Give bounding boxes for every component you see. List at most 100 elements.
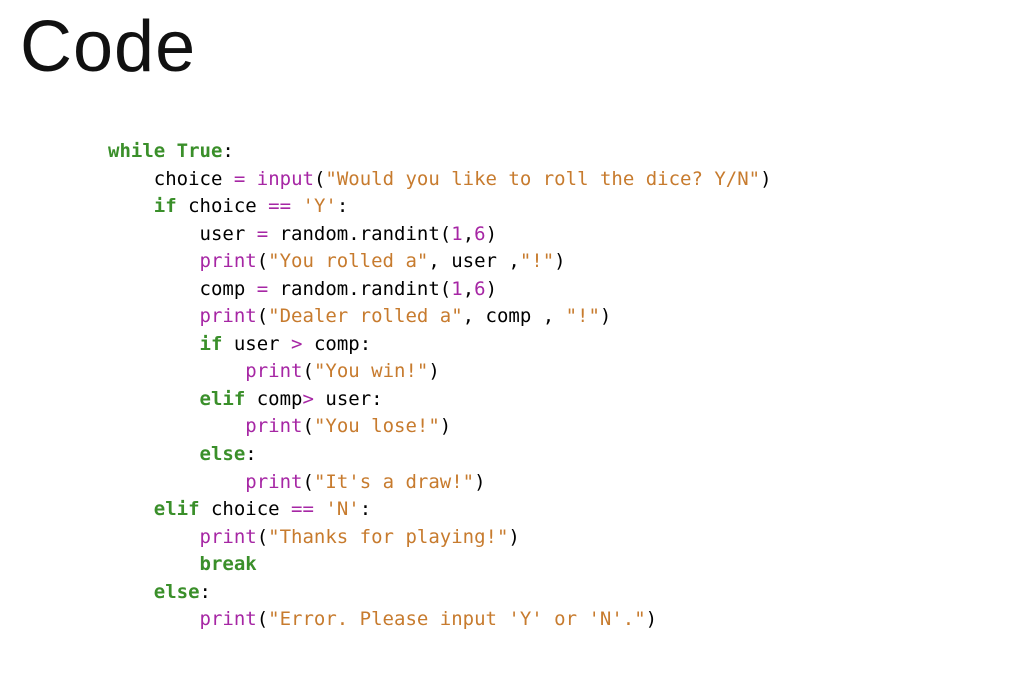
code-token: (	[440, 278, 451, 300]
code-token: elif	[200, 388, 246, 410]
code-line: choice = input("Would you like to roll t…	[108, 166, 772, 194]
code-token: randint	[360, 278, 440, 300]
code-token: (	[302, 471, 313, 493]
code-token: , user ,	[428, 250, 520, 272]
code-line: print("You lose!")	[108, 413, 772, 441]
code-token	[314, 498, 325, 520]
code-token: )	[600, 305, 611, 327]
code-token: =	[234, 168, 245, 190]
code-token: 6	[474, 278, 485, 300]
code-token: print	[245, 471, 302, 493]
code-token: 1	[451, 223, 462, 245]
code-token: )	[554, 250, 565, 272]
code-token: )	[474, 471, 485, 493]
code-line: elif comp> user:	[108, 386, 772, 414]
code-token: (	[257, 526, 268, 548]
code-token: user	[314, 388, 371, 410]
code-token: =	[257, 223, 268, 245]
code-token: >	[291, 333, 302, 355]
code-token: "!"	[566, 305, 600, 327]
code-token: print	[200, 305, 257, 327]
code-line: user = random.randint(1,6)	[108, 221, 772, 249]
code-token: (	[440, 223, 451, 245]
code-token: :	[222, 140, 233, 162]
code-token: 'Y'	[303, 195, 337, 217]
code-token: choice	[177, 195, 269, 217]
code-token: print	[200, 608, 257, 630]
code-token: True	[177, 140, 223, 162]
code-token: ==	[291, 498, 314, 520]
code-token: comp	[303, 333, 360, 355]
code-token: else	[200, 443, 246, 465]
code-token: .	[348, 223, 359, 245]
code-token: user	[200, 223, 257, 245]
code-token: print	[200, 250, 257, 272]
code-token: random	[268, 223, 348, 245]
code-token: )	[760, 168, 771, 190]
code-token: "It's a draw!"	[314, 471, 474, 493]
code-token: , comp ,	[463, 305, 566, 327]
code-line: if choice == 'Y':	[108, 193, 772, 221]
code-token: =	[257, 278, 268, 300]
code-line: print("Dealer rolled a", comp , "!")	[108, 303, 772, 331]
code-token: ,	[463, 223, 474, 245]
code-token: "Dealer rolled a"	[268, 305, 462, 327]
code-token: )	[486, 278, 497, 300]
code-token: 1	[451, 278, 462, 300]
code-token: )	[440, 415, 451, 437]
code-token	[291, 195, 302, 217]
code-token: ,	[463, 278, 474, 300]
code-token: random	[268, 278, 348, 300]
code-token: (	[257, 250, 268, 272]
code-token: user	[222, 333, 291, 355]
code-token: >	[302, 388, 313, 410]
code-token: )	[646, 608, 657, 630]
code-token: )	[428, 360, 439, 382]
code-token: else	[154, 581, 200, 603]
code-token: (	[257, 305, 268, 327]
code-line: print("It's a draw!")	[108, 469, 772, 497]
code-token: if	[154, 195, 177, 217]
code-token	[245, 168, 256, 190]
code-token: "Error. Please input 'Y' or 'N'."	[268, 608, 646, 630]
code-line: print("You rolled a", user ,"!")	[108, 248, 772, 276]
code-token: print	[245, 360, 302, 382]
code-line: while True:	[108, 138, 772, 166]
code-line: else:	[108, 441, 772, 469]
code-token: "You rolled a"	[268, 250, 428, 272]
code-token: 6	[474, 223, 485, 245]
code-token: 'N'	[325, 498, 359, 520]
code-token: (	[302, 415, 313, 437]
code-token: "You lose!"	[314, 415, 440, 437]
code-line: if user > comp:	[108, 331, 772, 359]
code-token: if	[200, 333, 223, 355]
code-token: "Would you like to roll the dice? Y/N"	[325, 168, 760, 190]
code-token: :	[200, 581, 211, 603]
code-token: comp	[245, 388, 302, 410]
code-line: comp = random.randint(1,6)	[108, 276, 772, 304]
code-line: print("Error. Please input 'Y' or 'N'.")	[108, 606, 772, 634]
code-token: choice	[154, 168, 234, 190]
code-token: :	[245, 443, 256, 465]
code-token: (	[314, 168, 325, 190]
code-token: comp	[200, 278, 257, 300]
code-line: break	[108, 551, 772, 579]
code-token: :	[371, 388, 382, 410]
code-token: print	[245, 415, 302, 437]
code-token: elif	[154, 498, 200, 520]
code-line: elif choice == 'N':	[108, 496, 772, 524]
code-block: while True: choice = input("Would you li…	[108, 138, 772, 634]
code-token: input	[257, 168, 314, 190]
code-token: "Thanks for playing!"	[268, 526, 508, 548]
code-token: while	[108, 140, 165, 162]
code-token: (	[302, 360, 313, 382]
slide-title: Code	[20, 6, 196, 88]
code-line: print("Thanks for playing!")	[108, 524, 772, 552]
code-token: randint	[360, 223, 440, 245]
code-token: :	[337, 195, 348, 217]
code-token: .	[348, 278, 359, 300]
code-token: )	[508, 526, 519, 548]
code-token: print	[200, 526, 257, 548]
code-token: :	[360, 333, 371, 355]
code-token: break	[200, 553, 257, 575]
